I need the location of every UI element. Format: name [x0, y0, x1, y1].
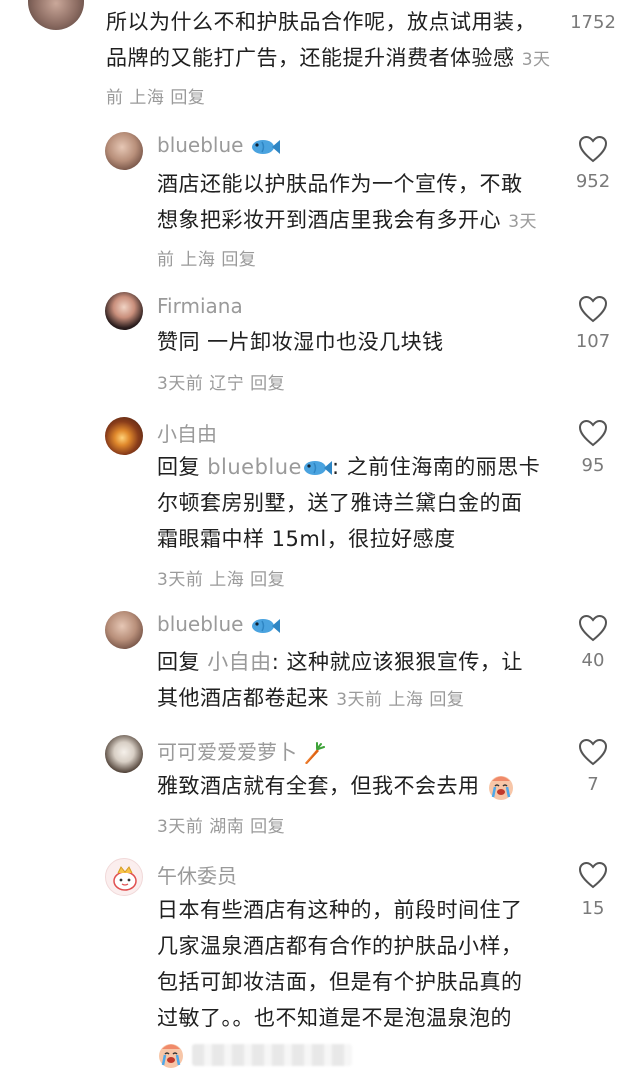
- comment-location: 辽宁: [209, 374, 245, 394]
- reply-to-username[interactable]: blueblue: [207, 455, 332, 479]
- comment-text: 回复 小自由: 这种就应该狠狠宣传，让其他酒店都卷起来 3天前 上海 回复: [157, 644, 542, 718]
- avatar[interactable]: [105, 132, 143, 170]
- comment-username[interactable]: 可可爱爱爱萝卜: [157, 736, 326, 766]
- comment-body: 赞同 一片卸妆湿巾也没几块钱: [157, 330, 444, 354]
- avatar[interactable]: [105, 858, 143, 896]
- comment-location: 上海: [388, 690, 424, 710]
- reply-button[interactable]: 回复: [170, 88, 205, 108]
- avatar[interactable]: [105, 735, 143, 773]
- heart-outline-icon[interactable]: [578, 738, 608, 766]
- like-count: 40: [581, 650, 605, 671]
- comment-time: 3天前: [336, 690, 383, 710]
- comment-meta: 3天前 湖南 回复: [157, 812, 285, 837]
- comment-username[interactable]: blueblue: [157, 612, 280, 636]
- like-count: 1752: [570, 12, 616, 33]
- reply-button[interactable]: 回复: [250, 374, 285, 394]
- reply-button[interactable]: 回复: [250, 817, 285, 837]
- like-count: 15: [581, 898, 605, 919]
- avatar[interactable]: [105, 417, 143, 455]
- reply-prefix: 回复: [157, 650, 200, 674]
- comment-text: 回复 blueblue : 之前住海南的丽思卡尔顿套房别墅，送了雅诗兰黛白金的面…: [157, 449, 542, 557]
- avatar[interactable]: [105, 611, 143, 649]
- comment-username[interactable]: 午休委员: [157, 860, 237, 889]
- heart-outline-icon[interactable]: [578, 419, 608, 447]
- comment-meta: 3天前 上海 回复: [157, 565, 285, 590]
- fish-emoji-icon: [251, 618, 280, 633]
- like-count: 952: [575, 171, 611, 192]
- reply-to-username[interactable]: 小自由: [207, 650, 272, 674]
- comment-time: 3天前: [157, 374, 204, 394]
- comment-username[interactable]: 小自由: [157, 418, 217, 447]
- comment-location: 上海: [209, 570, 245, 590]
- comment-body: 酒店还能以护肤品作为一个宣传，不敢想象把彩妆开到酒店里我会有多开心: [157, 172, 523, 232]
- reply-prefix: 回复: [157, 455, 200, 479]
- heart-outline-icon[interactable]: [578, 614, 608, 642]
- reply-button[interactable]: 回复: [250, 570, 285, 590]
- heart-outline-icon[interactable]: [578, 135, 608, 163]
- carrot-emoji-icon: [305, 741, 326, 764]
- comment-time: 3天前: [157, 570, 204, 590]
- comment-username[interactable]: Firmiana: [157, 294, 243, 318]
- heart-outline-icon[interactable]: [578, 295, 608, 323]
- heart-outline-icon[interactable]: [578, 861, 608, 889]
- crying-face-emoji-icon: [159, 1044, 183, 1068]
- comment-text: 酒店还能以护肤品作为一个宣传，不敢想象把彩妆开到酒店里我会有多开心 3天前 上海…: [157, 166, 542, 278]
- crying-face-emoji-icon: [488, 776, 513, 800]
- comment-meta: 3天前 辽宁 回复: [157, 369, 285, 394]
- fish-emoji-icon: [251, 139, 280, 154]
- like-count: 7: [587, 774, 599, 795]
- avatar[interactable]: [105, 292, 143, 330]
- reply-button[interactable]: 回复: [221, 250, 256, 270]
- avatar[interactable]: [28, 0, 84, 30]
- watermark-overlay: [192, 1044, 353, 1066]
- comment-text: 赞同 一片卸妆湿巾也没几块钱: [157, 324, 542, 360]
- comment-location: 上海: [180, 250, 216, 270]
- comment-location: 湖南: [209, 817, 245, 837]
- comment-location: 上海: [129, 88, 165, 108]
- like-count: 95: [581, 455, 605, 476]
- comment-text: 日本有些酒店有这种的，前段时间住了几家温泉酒店都有合作的护肤品小样，包括可卸妆洁…: [157, 892, 542, 1072]
- fish-emoji-icon: [303, 461, 332, 475]
- comment-username[interactable]: blueblue: [157, 133, 280, 157]
- comment-body: 日本有些酒店有这种的，前段时间住了几家温泉酒店都有合作的护肤品小样，包括可卸妆洁…: [157, 898, 523, 1030]
- reply-button[interactable]: 回复: [429, 690, 464, 710]
- comment-body: 所以为什么不和护肤品合作呢，放点试用装，品牌的又能打广告，还能提升消费者体验感: [106, 10, 536, 70]
- avatar-cartoon-icon: [113, 866, 137, 891]
- like-count: 107: [575, 331, 611, 352]
- comment-text: 雅致酒店就有全套，但我不会去用: [157, 768, 542, 804]
- comment-body: 雅致酒店就有全套，但我不会去用: [157, 774, 480, 798]
- comment-time: 3天前: [157, 817, 204, 837]
- comment-meta: 3天前 上海 回复: [336, 690, 464, 710]
- top-comment-text: 所以为什么不和护肤品合作呢，放点试用装，品牌的又能打广告，还能提升消费者体验感 …: [106, 4, 556, 116]
